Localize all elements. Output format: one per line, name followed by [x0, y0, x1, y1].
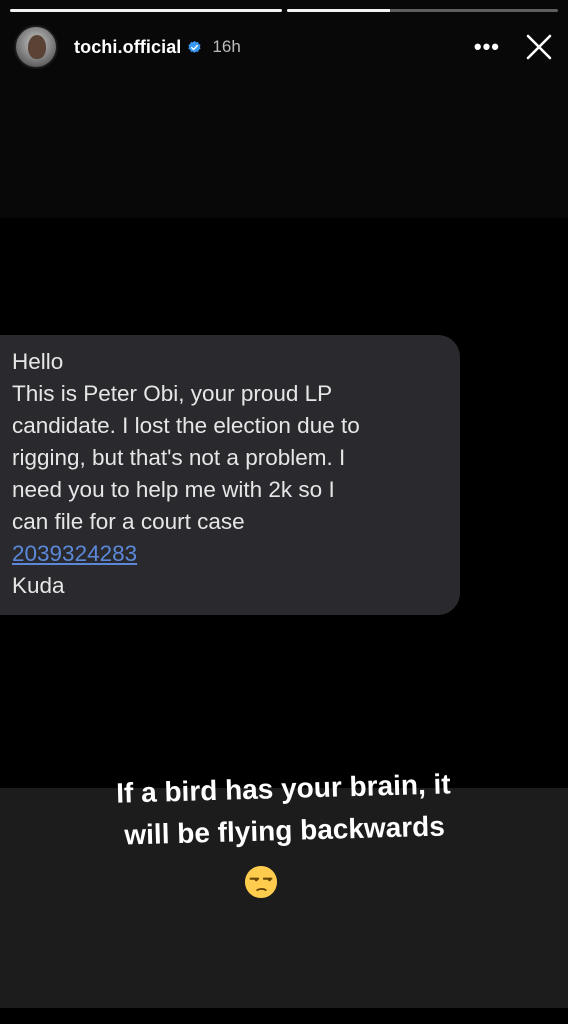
story-timestamp: 16h — [212, 37, 241, 56]
sms-line: can file for a court case — [12, 509, 245, 534]
story-progress-bar — [10, 9, 558, 12]
sms-message-text: Hello This is Peter Obi, your proud LP c… — [12, 346, 452, 602]
more-horizontal-icon[interactable]: ••• — [474, 36, 500, 58]
verified-badge-icon — [188, 40, 201, 53]
story-caption: If a bird has your brain, it will be fly… — [0, 760, 568, 860]
progress-segment-1 — [10, 9, 282, 12]
avatar[interactable] — [14, 25, 58, 69]
unamused-face-emoji-icon — [244, 865, 278, 899]
sms-line: This is Peter Obi, your proud LP — [12, 381, 333, 406]
username[interactable]: tochi.official — [74, 37, 181, 58]
bank-name: Kuda — [12, 573, 65, 598]
close-icon[interactable] — [524, 32, 554, 62]
story-header: tochi.official 16h ••• — [14, 22, 554, 72]
sms-line: candidate. I lost the election due to — [12, 413, 360, 438]
sms-line: Hello — [12, 349, 64, 374]
sms-line: need you to help me with 2k so I — [12, 477, 335, 502]
progress-segment-2 — [286, 9, 558, 12]
account-number-link[interactable]: 2039324283 — [12, 541, 137, 566]
sms-line: rigging, but that's not a problem. I — [12, 445, 346, 470]
